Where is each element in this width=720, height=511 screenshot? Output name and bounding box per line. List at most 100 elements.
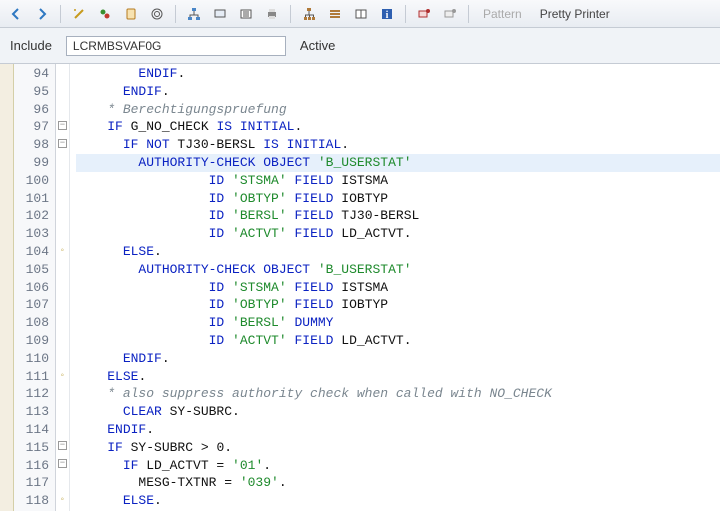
line-number: 106 xyxy=(14,279,49,297)
line-number: 96 xyxy=(14,101,49,119)
code-line[interactable]: IF NOT TJ30-BERSL IS INITIAL. xyxy=(76,136,720,154)
line-number: 101 xyxy=(14,190,49,208)
code-line[interactable]: ENDIF. xyxy=(76,350,720,368)
code-line[interactable]: ELSE. xyxy=(76,368,720,386)
forward-icon[interactable] xyxy=(32,4,52,24)
fold-marker xyxy=(56,83,69,101)
line-number: 111 xyxy=(14,368,49,386)
fold-marker[interactable]: − xyxy=(56,118,69,136)
code-line[interactable]: ID 'ACTVT' FIELD LD_ACTVT. xyxy=(76,332,720,350)
code-line[interactable]: IF G_NO_CHECK IS INITIAL. xyxy=(76,118,720,136)
balls-icon[interactable] xyxy=(95,4,115,24)
marker-gutter xyxy=(0,64,14,511)
fold-marker xyxy=(56,225,69,243)
line-number: 108 xyxy=(14,314,49,332)
fold-marker: ◦ xyxy=(56,368,69,386)
code-line[interactable]: ID 'STSMA' FIELD ISTSMA xyxy=(76,279,720,297)
stack-icon[interactable] xyxy=(325,4,345,24)
code-line[interactable]: ID 'STSMA' FIELD ISTSMA xyxy=(76,172,720,190)
tree-icon[interactable] xyxy=(184,4,204,24)
fold-marker xyxy=(56,190,69,208)
fold-marker xyxy=(56,350,69,368)
include-input[interactable] xyxy=(66,36,286,56)
line-number: 117 xyxy=(14,474,49,492)
header-row: Include Active xyxy=(0,28,720,64)
fold-marker xyxy=(56,261,69,279)
code-line[interactable]: AUTHORITY-CHECK OBJECT 'B_USERSTAT' xyxy=(76,154,720,172)
line-number: 110 xyxy=(14,350,49,368)
fold-marker: ◦ xyxy=(56,243,69,261)
wand-icon[interactable] xyxy=(69,4,89,24)
fold-gutter[interactable]: −− ◦ ◦ −− ◦ xyxy=(56,64,70,511)
fold-marker xyxy=(56,172,69,190)
spiral-icon[interactable] xyxy=(147,4,167,24)
line-number: 118 xyxy=(14,492,49,510)
code-line[interactable]: ID 'BERSL' FIELD TJ30-BERSL xyxy=(76,207,720,225)
toolbar-separator xyxy=(175,5,176,23)
code-line[interactable]: ID 'OBTYP' FIELD IOBTYP xyxy=(76,296,720,314)
line-number: 102 xyxy=(14,207,49,225)
code-line[interactable]: MESG-TXTNR = '039'. xyxy=(76,474,720,492)
code-line[interactable]: ENDIF. xyxy=(76,421,720,439)
breakpoint-set-icon[interactable] xyxy=(414,4,434,24)
code-line[interactable]: ID 'BERSL' DUMMY xyxy=(76,314,720,332)
code-line[interactable]: AUTHORITY-CHECK OBJECT 'B_USERSTAT' xyxy=(76,261,720,279)
code-area[interactable]: ENDIF. ENDIF. * Berechtigungspruefung IF… xyxy=(70,64,720,511)
line-number: 109 xyxy=(14,332,49,350)
code-line[interactable]: ENDIF. xyxy=(76,83,720,101)
toolbar-separator xyxy=(290,5,291,23)
print-icon[interactable] xyxy=(262,4,282,24)
screen-icon[interactable] xyxy=(210,4,230,24)
toolbar-separator xyxy=(60,5,61,23)
fold-marker[interactable]: − xyxy=(56,136,69,154)
line-number: 115 xyxy=(14,439,49,457)
fold-marker xyxy=(56,314,69,332)
code-line[interactable]: CLEAR SY-SUBRC. xyxy=(76,403,720,421)
include-label: Include xyxy=(10,38,52,53)
fold-marker xyxy=(56,154,69,172)
breakpoint-delete-icon[interactable] xyxy=(440,4,460,24)
code-line[interactable]: ENDIF. xyxy=(76,65,720,83)
fold-marker xyxy=(56,207,69,225)
line-number: 113 xyxy=(14,403,49,421)
fold-marker xyxy=(56,101,69,119)
fold-marker xyxy=(56,421,69,439)
line-number: 95 xyxy=(14,83,49,101)
fold-marker xyxy=(56,279,69,297)
code-line[interactable]: ELSE. xyxy=(76,492,720,510)
back-icon[interactable] xyxy=(6,4,26,24)
code-line[interactable]: * Berechtigungspruefung xyxy=(76,101,720,119)
info-icon[interactable]: i xyxy=(377,4,397,24)
fold-marker[interactable]: − xyxy=(56,457,69,475)
code-line[interactable]: ID 'OBTYP' FIELD IOBTYP xyxy=(76,190,720,208)
fold-marker[interactable]: − xyxy=(56,439,69,457)
fold-marker xyxy=(56,296,69,314)
code-line[interactable]: IF SY-SUBRC > 0. xyxy=(76,439,720,457)
line-number: 103 xyxy=(14,225,49,243)
clipboard-icon[interactable] xyxy=(121,4,141,24)
line-number: 116 xyxy=(14,457,49,475)
list-icon[interactable] xyxy=(236,4,256,24)
fold-marker xyxy=(56,403,69,421)
line-number: 105 xyxy=(14,261,49,279)
line-number-gutter: 9495969798991001011021031041051061071081… xyxy=(14,64,56,511)
toolbar: i Pattern Pretty Printer xyxy=(0,0,720,28)
line-number: 97 xyxy=(14,118,49,136)
line-number: 114 xyxy=(14,421,49,439)
window-icon[interactable] xyxy=(351,4,371,24)
code-line[interactable]: IF LD_ACTVT = '01'. xyxy=(76,457,720,475)
hierarchy-icon[interactable] xyxy=(299,4,319,24)
fold-marker xyxy=(56,385,69,403)
code-line[interactable]: * also suppress authority check when cal… xyxy=(76,385,720,403)
pretty-printer-button[interactable]: Pretty Printer xyxy=(534,7,616,21)
line-number: 107 xyxy=(14,296,49,314)
fold-marker: ◦ xyxy=(56,492,69,510)
line-number: 98 xyxy=(14,136,49,154)
code-line[interactable]: ELSE. xyxy=(76,243,720,261)
line-number: 100 xyxy=(14,172,49,190)
toolbar-separator xyxy=(405,5,406,23)
line-number: 112 xyxy=(14,385,49,403)
line-number: 104 xyxy=(14,243,49,261)
fold-marker xyxy=(56,332,69,350)
code-line[interactable]: ID 'ACTVT' FIELD LD_ACTVT. xyxy=(76,225,720,243)
